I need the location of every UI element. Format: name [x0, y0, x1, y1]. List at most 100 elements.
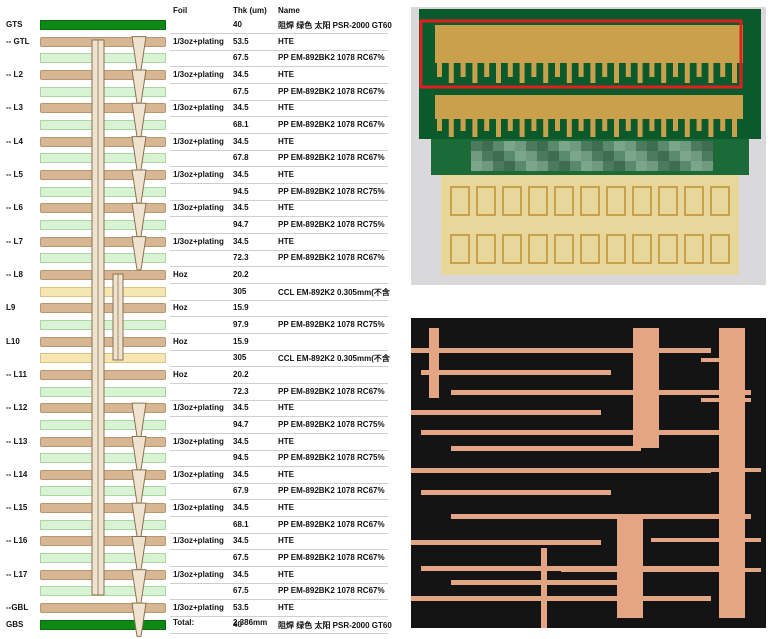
layer-bar-pp	[40, 119, 166, 130]
gold-finger	[637, 63, 643, 83]
material-name-cell: HTE	[278, 503, 294, 513]
gold-finger	[673, 119, 678, 131]
row-divider	[170, 249, 388, 251]
gold-finger	[661, 63, 667, 83]
copper-trace	[451, 514, 751, 519]
material-name-cell: HTE	[278, 203, 294, 213]
gold-finger	[590, 63, 596, 83]
mosaic-pixel	[614, 161, 625, 171]
row-divider	[170, 466, 388, 468]
gold-finger	[437, 119, 442, 131]
layer-bar-cu	[40, 403, 166, 414]
gold-finger	[614, 119, 619, 137]
material-name-cell: HTE	[278, 536, 294, 546]
gold-finger	[602, 63, 608, 77]
mosaic-pixel	[658, 141, 669, 151]
layer-bar-cu	[40, 69, 166, 80]
thickness-cell: 34.5	[233, 203, 249, 213]
mosaic-pixel	[515, 161, 526, 171]
mosaic-pixel	[702, 161, 713, 171]
thickness-cell: 20.2	[233, 269, 249, 279]
row-divider	[170, 632, 388, 634]
layer-bar-pp	[40, 519, 166, 530]
mosaic-pixel	[614, 151, 625, 161]
thickness-cell: 94.7	[233, 419, 249, 429]
thickness-cell: 34.5	[233, 403, 249, 413]
mosaic-pixel	[548, 151, 559, 161]
gold-finger	[720, 119, 726, 131]
thickness-cell: 34.5	[233, 236, 249, 246]
gold-finger	[437, 63, 442, 77]
row-divider	[170, 182, 388, 184]
row-divider	[170, 99, 388, 101]
material-name-cell: PP EM-892BK2 1078 RC75%	[278, 186, 385, 196]
material-name-cell: PP EM-892BK2 1078 RC75%	[278, 419, 385, 429]
layer-bar-cu	[40, 269, 166, 280]
gold-finger	[519, 63, 525, 83]
copper-trace	[451, 580, 641, 585]
mosaic-pixel	[603, 151, 614, 161]
row-divider	[170, 549, 388, 551]
material-name-cell: 阻焊 绿色 太阳 PSR-2000 GT60	[278, 21, 392, 30]
layer-label: -- L17	[6, 569, 28, 579]
mosaic-pixel	[603, 141, 614, 151]
mosaic-pixel	[570, 141, 581, 151]
gold-finger	[684, 119, 690, 137]
blurred-region	[471, 141, 713, 171]
thickness-cell: 72.3	[233, 253, 249, 263]
layer-bar-pp	[40, 386, 166, 397]
gold-finger	[448, 63, 454, 83]
row-divider	[170, 199, 388, 201]
mosaic-pixel	[537, 161, 548, 171]
mosaic-pixel	[647, 151, 658, 161]
material-name-cell: PP EM-892BK2 1078 RC75%	[278, 319, 385, 329]
gold-finger	[578, 119, 584, 131]
layer-bar-cu	[40, 303, 166, 314]
material-name-cell: HTE	[278, 403, 294, 413]
thickness-cell: 94.5	[233, 186, 249, 196]
mosaic-pixel	[504, 141, 515, 151]
row-divider	[170, 216, 388, 218]
mosaic-pixel	[625, 161, 636, 171]
mosaic-pixel	[702, 141, 713, 151]
mosaic-pixel	[614, 141, 625, 151]
gold-finger	[507, 119, 513, 131]
gold-finger	[625, 63, 631, 77]
total-label: Total:	[173, 618, 195, 627]
thickness-cell: 305	[233, 286, 247, 296]
mosaic-pixel	[658, 151, 669, 161]
gold-finger	[661, 119, 667, 137]
mosaic-pixel	[691, 141, 702, 151]
thickness-cell: 67.8	[233, 153, 249, 163]
layer-bar-cu	[40, 136, 166, 147]
layer-bar-pp	[40, 153, 166, 164]
layer-bar-pp	[40, 319, 166, 330]
mosaic-pixel	[669, 161, 680, 171]
gold-finger	[460, 119, 466, 131]
foil-cell: 1/3oz+plating	[173, 569, 224, 579]
header-name: Name	[278, 6, 300, 15]
layer-bar-pp	[40, 486, 166, 497]
material-name-cell: HTE	[278, 236, 294, 246]
row-divider	[170, 316, 388, 318]
mosaic-pixel	[581, 141, 592, 151]
layer-bar-cu	[40, 569, 166, 580]
mosaic-pixel	[680, 151, 691, 161]
gold-finger	[507, 63, 513, 77]
mosaic-pixel	[471, 141, 482, 151]
layer-label: -- L16	[6, 536, 28, 546]
pcb-gold-finger-photo	[411, 7, 766, 285]
layer-bar-cu	[40, 336, 166, 347]
thickness-cell: 34.5	[233, 569, 249, 579]
gold-finger	[543, 119, 549, 137]
foil-cell: 1/3oz+plating	[173, 536, 224, 546]
mosaic-pixel	[537, 151, 548, 161]
mosaic-pixel	[559, 151, 570, 161]
foil-cell: 1/3oz+plating	[173, 503, 224, 513]
copper-trace	[719, 328, 739, 618]
mosaic-pixel	[482, 161, 493, 171]
material-name-cell: PP EM-892BK2 1078 RC67%	[278, 86, 385, 96]
copper-trace	[421, 370, 611, 375]
mosaic-pixel	[603, 161, 614, 171]
thickness-cell: 68.1	[233, 519, 249, 529]
